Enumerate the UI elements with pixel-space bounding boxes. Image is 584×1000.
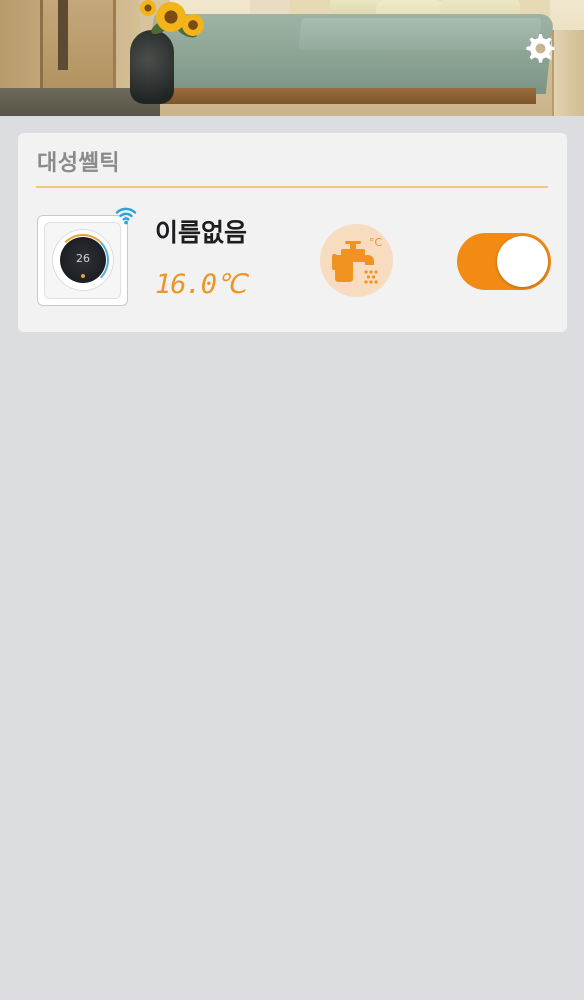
current-temperature: 16.0℃ xyxy=(155,269,246,300)
toggle-knob xyxy=(497,236,548,287)
wifi-icon xyxy=(114,203,138,227)
thermostat-display: 26 xyxy=(76,252,90,265)
header-banner xyxy=(0,0,584,116)
hot-water-button[interactable]: °C xyxy=(320,224,393,297)
svg-text:°C: °C xyxy=(369,236,383,249)
gear-icon[interactable] xyxy=(521,30,557,66)
hot-water-faucet-icon: °C xyxy=(332,236,383,284)
thermostat-thumbnail[interactable]: 26 xyxy=(37,215,128,306)
power-toggle[interactable] xyxy=(457,233,551,290)
device-group-card: 대성쎌틱 26 이름없음 16.0℃ °C xyxy=(18,133,567,332)
group-title: 대성쎌틱 xyxy=(37,151,120,176)
divider xyxy=(36,186,548,188)
device-name[interactable]: 이름없음 xyxy=(155,213,247,249)
